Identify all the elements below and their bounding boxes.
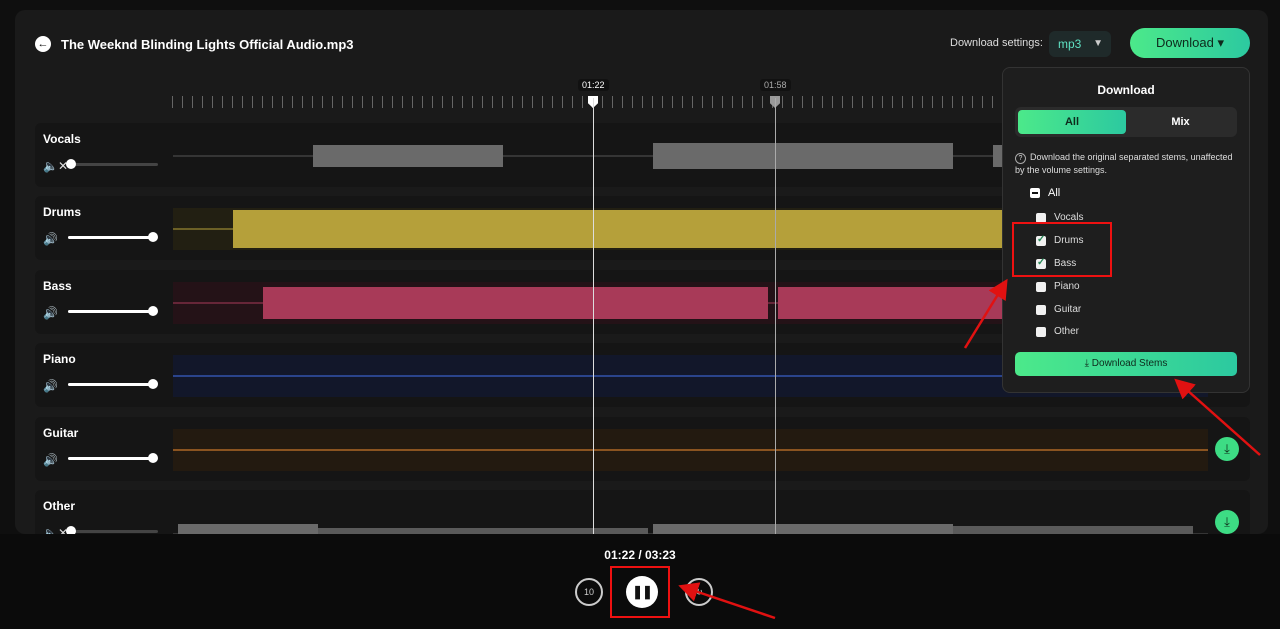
volume-slider[interactable] <box>68 379 158 389</box>
volume-icon[interactable]: 🔊 <box>43 453 58 467</box>
checkbox[interactable] <box>1036 327 1046 337</box>
download-mode-toggle: All Mix <box>1015 107 1237 137</box>
track-guitar: Guitar 🔊 ⤓ <box>35 417 1250 481</box>
download-stems-label: Download Stems <box>1091 358 1168 369</box>
panel-title: Download <box>1097 83 1155 97</box>
option-label: Guitar <box>1054 304 1082 315</box>
track-other: Other 🔈✕ ⤓ <box>35 490 1250 534</box>
loop-marker-label: 01:58 <box>760 79 791 91</box>
info-note: ? Download the original separated stems, … <box>1015 151 1243 176</box>
download-settings-label: Download settings: <box>950 37 1043 49</box>
checkbox[interactable] <box>1036 282 1046 292</box>
back-arrow-icon[interactable]: ← <box>35 36 51 52</box>
playhead-time-label: 01:22 <box>578 79 609 91</box>
help-icon: ? <box>1015 153 1026 164</box>
download-icon: ⤓ <box>1084 358 1092 369</box>
option-label: Other <box>1054 326 1080 337</box>
checkbox-indeterminate[interactable] <box>1030 188 1040 198</box>
top-bar: ← The Weeknd Blinding Lights Official Au… <box>15 10 1268 70</box>
forward-icon[interactable]: ↻ <box>685 578 713 606</box>
volume-slider[interactable] <box>68 232 158 242</box>
volume-icon[interactable]: 🔊 <box>43 232 58 246</box>
option-label: Piano <box>1054 281 1080 292</box>
tab-mix[interactable]: Mix <box>1127 110 1234 134</box>
download-stems-button[interactable]: ⤓ Download Stems <box>1015 352 1237 376</box>
track-name: Other <box>43 499 76 513</box>
format-select[interactable]: mp3 ▼ <box>1049 31 1111 57</box>
mute-icon[interactable]: 🔈✕ <box>43 526 68 534</box>
chevron-down-icon: ▼ <box>1093 38 1103 49</box>
playhead-line <box>593 98 594 534</box>
annotation-box-drums-bass <box>1012 222 1112 277</box>
loop-marker-line <box>775 98 776 534</box>
select-all-label: All <box>1048 187 1061 199</box>
track-name: Piano <box>43 352 76 366</box>
tab-all[interactable]: All <box>1018 110 1126 134</box>
volume-icon[interactable]: 🔊 <box>43 379 58 393</box>
track-name: Vocals <box>43 132 81 146</box>
waveform[interactable] <box>173 502 1208 534</box>
chevron-down-icon: ▾ <box>1217 35 1224 50</box>
mute-icon[interactable]: 🔈✕ <box>43 159 68 173</box>
file-title: The Weeknd Blinding Lights Official Audi… <box>61 37 354 52</box>
waveform[interactable] <box>173 429 1208 471</box>
format-value: mp3 <box>1058 37 1082 51</box>
volume-slider[interactable] <box>68 453 158 463</box>
track-name: Drums <box>43 205 82 219</box>
checkbox[interactable] <box>1036 305 1046 315</box>
track-name: Bass <box>43 279 72 293</box>
download-button-label: Download <box>1156 35 1214 50</box>
info-text: Download the original separated stems, u… <box>1015 152 1233 175</box>
volume-slider[interactable] <box>66 159 158 169</box>
time-readout: 01:22 / 03:23 <box>604 548 676 562</box>
download-button[interactable]: Download ▾ <box>1130 28 1250 58</box>
rewind-10-icon[interactable]: 10 <box>575 578 603 606</box>
annotation-box-pause <box>610 566 670 618</box>
volume-slider[interactable] <box>66 526 158 534</box>
download-icon[interactable]: ⤓ <box>1215 510 1239 534</box>
volume-icon[interactable]: 🔊 <box>43 306 58 320</box>
download-icon[interactable]: ⤓ <box>1215 437 1239 461</box>
track-name: Guitar <box>43 426 79 440</box>
rewind-label: 10 <box>583 587 594 597</box>
volume-slider[interactable] <box>68 306 158 316</box>
